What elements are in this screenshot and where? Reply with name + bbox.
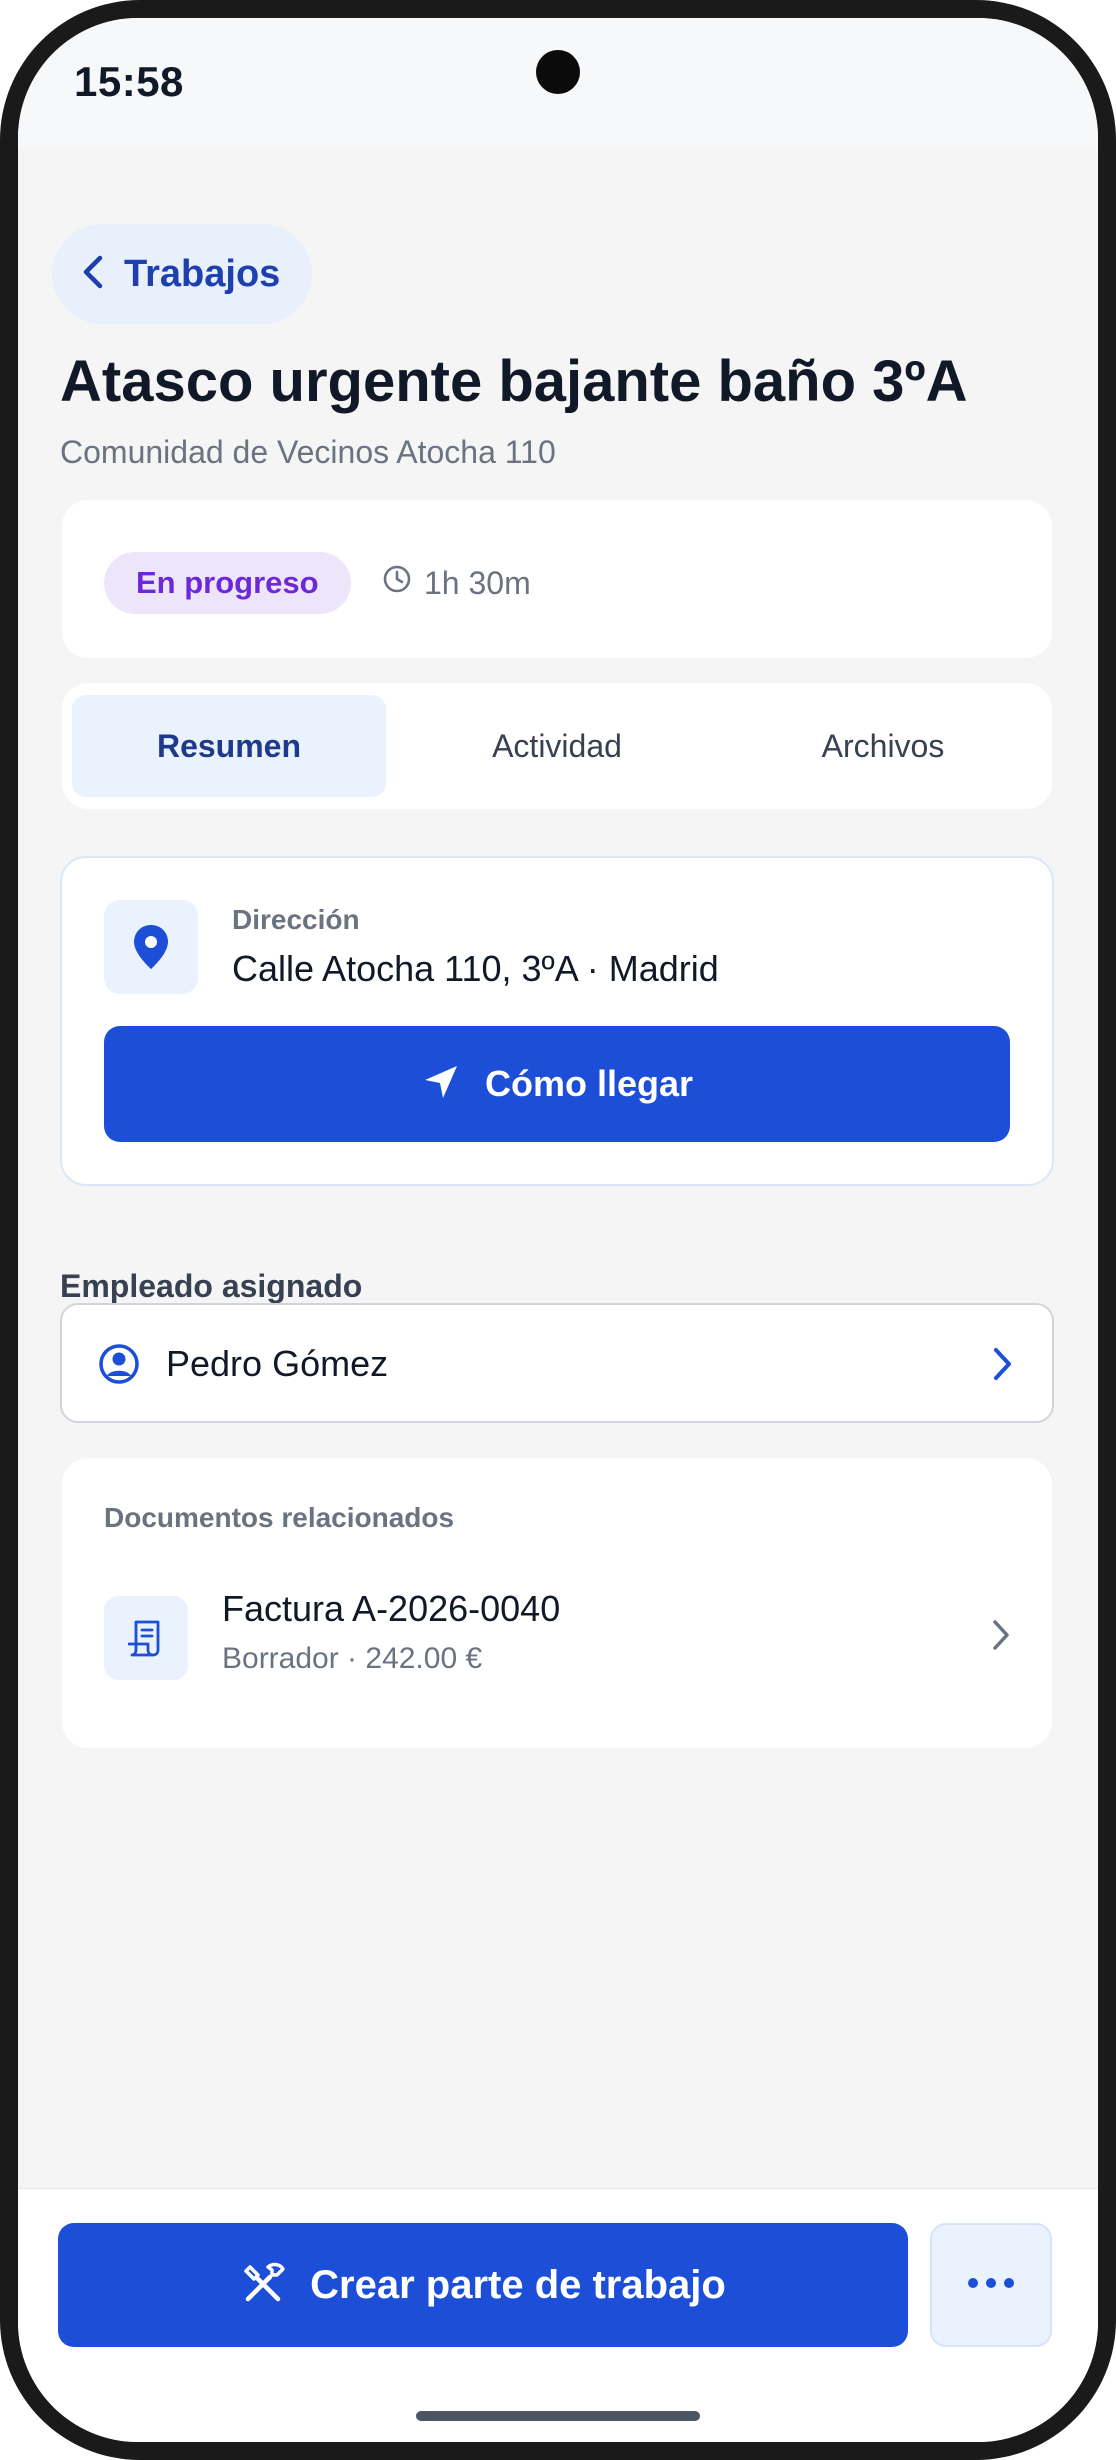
back-button-label: Trabajos xyxy=(124,252,281,295)
page-title: Atasco urgente bajante baño 3ºA xyxy=(60,349,968,414)
employee-section-label: Empleado asignado xyxy=(60,1268,363,1304)
employee-selector[interactable]: Pedro Gómez xyxy=(60,1303,1054,1423)
document-meta: Borrador · 242.00 € xyxy=(222,1642,483,1675)
related-documents-card: Documentos relacionados Factura A-2026-0… xyxy=(62,1458,1052,1748)
duration: 1h 30m xyxy=(382,552,531,614)
screen: 15:58 Trabajos Atasco urgente bajante ba… xyxy=(18,18,1098,2442)
navigation-arrow-icon xyxy=(421,1062,461,1107)
employee-name: Pedro Gómez xyxy=(166,1343,389,1384)
user-circle-icon xyxy=(98,1343,140,1390)
home-indicator[interactable] xyxy=(416,2411,700,2421)
create-work-report-label: Crear parte de trabajo xyxy=(310,2262,726,2307)
duration-value: 1h 30m xyxy=(424,564,531,601)
status-card: En progreso 1h 30m xyxy=(62,500,1052,658)
address-value: Calle Atocha 110, 3ºA · Madrid xyxy=(232,948,719,989)
more-horizontal-icon xyxy=(967,2276,1015,2294)
page-subtitle: Comunidad de Vecinos Atocha 110 xyxy=(60,434,556,470)
address-label: Dirección xyxy=(232,904,360,935)
back-button[interactable]: Trabajos xyxy=(52,224,313,324)
invoice-icon xyxy=(104,1596,188,1680)
clock-icon xyxy=(382,564,412,602)
status-time: 15:58 xyxy=(74,58,184,105)
chevron-right-icon xyxy=(992,1347,1014,1386)
chevron-right-icon xyxy=(990,1618,1012,1657)
address-card: Dirección Calle Atocha 110, 3ºA · Madrid… xyxy=(60,856,1054,1186)
directions-button-label: Cómo llegar xyxy=(484,1063,694,1104)
status-badge: En progreso xyxy=(104,552,351,614)
directions-button[interactable]: Cómo llegar xyxy=(104,1026,1010,1142)
tab-bar: Resumen Actividad Archivos xyxy=(62,683,1052,809)
camera-cutout xyxy=(536,50,580,94)
phone-frame: 15:58 Trabajos Atasco urgente bajante ba… xyxy=(0,0,1116,2460)
more-options-button[interactable] xyxy=(930,2223,1052,2347)
create-work-report-button[interactable]: Crear parte de trabajo xyxy=(58,2223,908,2347)
chevron-left-icon xyxy=(80,254,108,295)
location-pin-icon xyxy=(104,900,198,994)
documents-title: Documentos relacionados xyxy=(104,1502,455,1533)
bottom-action-bar: Crear parte de trabajo xyxy=(18,2188,1098,2442)
status-bar: 15:58 xyxy=(18,18,1098,148)
tab-resumen[interactable]: Resumen xyxy=(72,695,386,797)
document-name: Factura A-2026-0040 xyxy=(222,1588,561,1629)
tab-archivos[interactable]: Archivos xyxy=(726,695,1040,797)
tab-actividad[interactable]: Actividad xyxy=(400,695,714,797)
tools-icon xyxy=(240,2259,288,2312)
